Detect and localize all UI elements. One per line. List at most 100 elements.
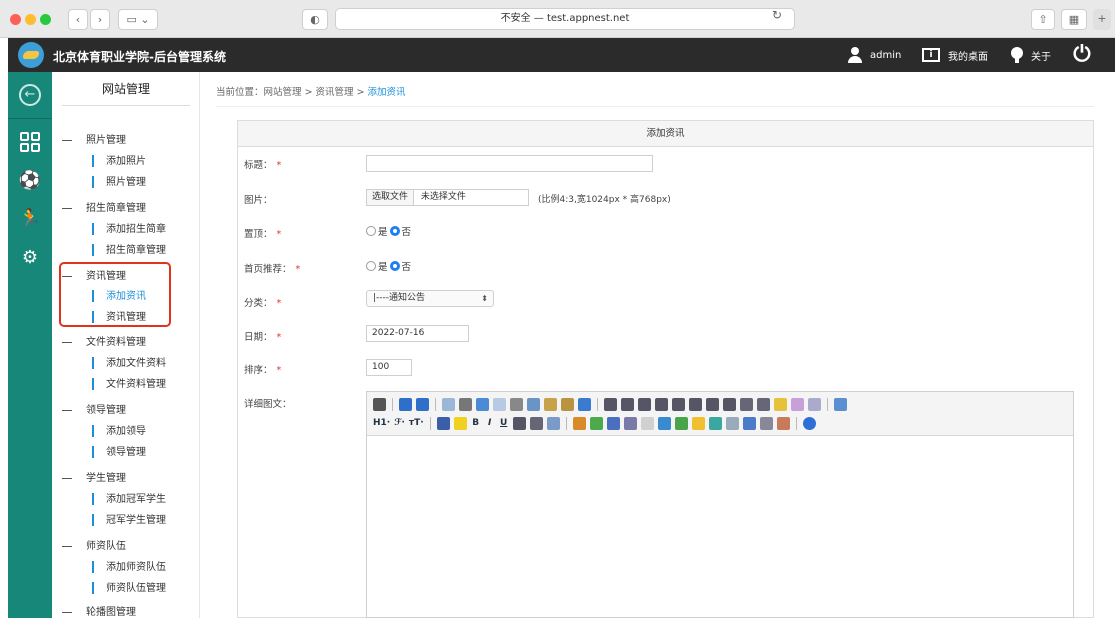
align-left-icon[interactable] <box>604 397 617 411</box>
sidebar-item-add-leader[interactable]: 添加领导 <box>92 422 146 437</box>
sidebar-item-champion-manage[interactable]: 冠军学生管理 <box>92 511 166 526</box>
link-icon[interactable] <box>759 416 773 430</box>
my-desktop-link[interactable]: i 我的桌面 <box>922 38 988 72</box>
image-file-input[interactable]: 选取文件 未选择文件 <box>366 189 529 206</box>
sidebar-group-photos[interactable]: 照片管理 <box>62 131 126 146</box>
sidebar-group-leaders[interactable]: 领导管理 <box>62 401 126 416</box>
sort-input[interactable]: 100 <box>366 359 412 376</box>
sidebar-group-admissions[interactable]: 招生简章管理 <box>62 199 146 214</box>
bold-icon[interactable]: B <box>471 418 481 428</box>
undo-icon[interactable] <box>399 397 412 411</box>
hr-icon[interactable] <box>674 416 688 430</box>
sidebar-item-add-photo[interactable]: 添加照片 <box>92 152 146 167</box>
new-tab-button[interactable]: + <box>1093 9 1111 30</box>
top-no-radio[interactable] <box>389 226 400 236</box>
highlight-color-icon[interactable] <box>453 416 467 430</box>
home-yes-radio[interactable] <box>366 261 376 271</box>
attachment-icon[interactable] <box>640 416 654 430</box>
sidebar-item-leader-manage[interactable]: 领导管理 <box>92 443 146 458</box>
home-no-radio[interactable] <box>389 261 400 271</box>
align-right-icon[interactable] <box>638 397 651 411</box>
preview-icon[interactable] <box>442 397 455 411</box>
outdent-icon[interactable] <box>723 397 736 411</box>
category-select[interactable]: |----通知公告 ⬍ <box>366 290 494 307</box>
select-all-icon[interactable] <box>791 397 804 411</box>
font-family-button[interactable]: ℱ· <box>394 418 405 428</box>
privacy-icon[interactable]: ◐ <box>302 9 328 30</box>
minimize-window-button[interactable] <box>25 14 36 25</box>
align-center-icon[interactable] <box>621 397 634 411</box>
breadcrumb-current[interactable]: 添加资讯 <box>368 87 406 98</box>
media-icon[interactable] <box>623 416 637 430</box>
map-icon[interactable] <box>708 416 722 430</box>
soccer-ball-icon[interactable]: ⚽ <box>18 169 42 193</box>
back-button[interactable]: ‹ <box>68 9 88 30</box>
sidebar-group-carousel[interactable]: 轮播图管理 <box>62 603 136 618</box>
sidebar-group-students[interactable]: 学生管理 <box>62 469 126 484</box>
sidebar-item-photo-manage[interactable]: 照片管理 <box>92 173 146 188</box>
gear-icon[interactable]: ⚙ <box>18 246 42 270</box>
sidebar-item-add-faculty[interactable]: 添加师资队伍 <box>92 558 166 573</box>
sidebar-item-add-champion[interactable]: 添加冠军学生 <box>92 490 166 505</box>
redo-icon[interactable] <box>416 397 429 411</box>
help-icon[interactable] <box>802 416 816 430</box>
user-menu[interactable]: admin <box>848 38 901 72</box>
template-icon[interactable] <box>476 397 489 411</box>
code-icon[interactable] <box>493 397 506 411</box>
date-input[interactable]: 2022-07-16 <box>366 325 469 342</box>
address-bar[interactable]: 不安全 — test.appnest.net <box>335 8 795 30</box>
emoticon-icon[interactable] <box>691 416 705 430</box>
sidebar-item-admission-manage[interactable]: 招生简章管理 <box>92 241 166 256</box>
sidebar-group-documents[interactable]: 文件资料管理 <box>62 333 146 348</box>
page-break-icon[interactable] <box>725 416 739 430</box>
flash-icon[interactable] <box>606 416 620 430</box>
sidebar-item-document-manage[interactable]: 文件资料管理 <box>92 375 166 390</box>
image-icon[interactable] <box>572 416 586 430</box>
grid-icon[interactable] <box>18 130 42 154</box>
zoom-window-button[interactable] <box>40 14 51 25</box>
cut-icon[interactable] <box>510 397 523 411</box>
unlink-icon[interactable] <box>776 416 790 430</box>
text-color-icon[interactable] <box>436 416 450 430</box>
font-size-button[interactable]: тT· <box>409 418 424 428</box>
sidebar-group-faculty[interactable]: 师资队伍 <box>62 537 126 552</box>
about-link[interactable]: 关于 <box>1011 38 1051 72</box>
forward-button[interactable]: › <box>90 9 110 30</box>
subscript-icon[interactable] <box>740 397 753 411</box>
indent-icon[interactable] <box>706 397 719 411</box>
title-input[interactable] <box>366 155 653 172</box>
cursor-icon[interactable] <box>808 397 821 411</box>
anchor-icon[interactable] <box>742 416 756 430</box>
tab-overview-button[interactable]: ▦ <box>1061 9 1087 30</box>
multi-image-icon[interactable] <box>589 416 603 430</box>
underline-icon[interactable]: U <box>499 418 509 428</box>
runner-icon[interactable]: 🏃 <box>18 207 42 231</box>
line-height-icon[interactable] <box>529 416 543 430</box>
share-button[interactable]: ⇧ <box>1031 9 1055 30</box>
justify-icon[interactable] <box>655 397 668 411</box>
source-icon[interactable] <box>373 397 386 411</box>
close-window-button[interactable] <box>10 14 21 25</box>
remove-format-icon[interactable] <box>546 416 560 430</box>
power-icon[interactable]: ⏻ <box>1069 42 1095 68</box>
table-icon[interactable] <box>657 416 671 430</box>
sidebar-item-add-document[interactable]: 添加文件资料 <box>92 354 166 369</box>
sidebar-item-add-admission[interactable]: 添加招生简章 <box>92 220 166 235</box>
superscript-icon[interactable] <box>757 397 770 411</box>
choose-file-button[interactable]: 选取文件 <box>367 190 415 205</box>
collapse-sidebar-icon[interactable]: ← <box>19 84 41 106</box>
rich-text-editor[interactable]: H1· ℱ· тT· B I U <box>366 391 1074 618</box>
paste-icon[interactable] <box>544 397 557 411</box>
sidebar-toggle-button[interactable]: ▭ ⌄ <box>118 9 158 30</box>
fullscreen-icon[interactable] <box>834 397 847 411</box>
sidebar-item-faculty-manage[interactable]: 师资队伍管理 <box>92 579 166 594</box>
print-icon[interactable] <box>459 397 472 411</box>
top-yes-radio[interactable] <box>366 226 376 236</box>
strikethrough-icon[interactable] <box>512 416 526 430</box>
paste-text-icon[interactable] <box>561 397 574 411</box>
heading-button[interactable]: H1· <box>373 418 390 428</box>
unordered-list-icon[interactable] <box>689 397 702 411</box>
clear-format-icon[interactable] <box>774 397 787 411</box>
copy-icon[interactable] <box>527 397 540 411</box>
ordered-list-icon[interactable] <box>672 397 685 411</box>
